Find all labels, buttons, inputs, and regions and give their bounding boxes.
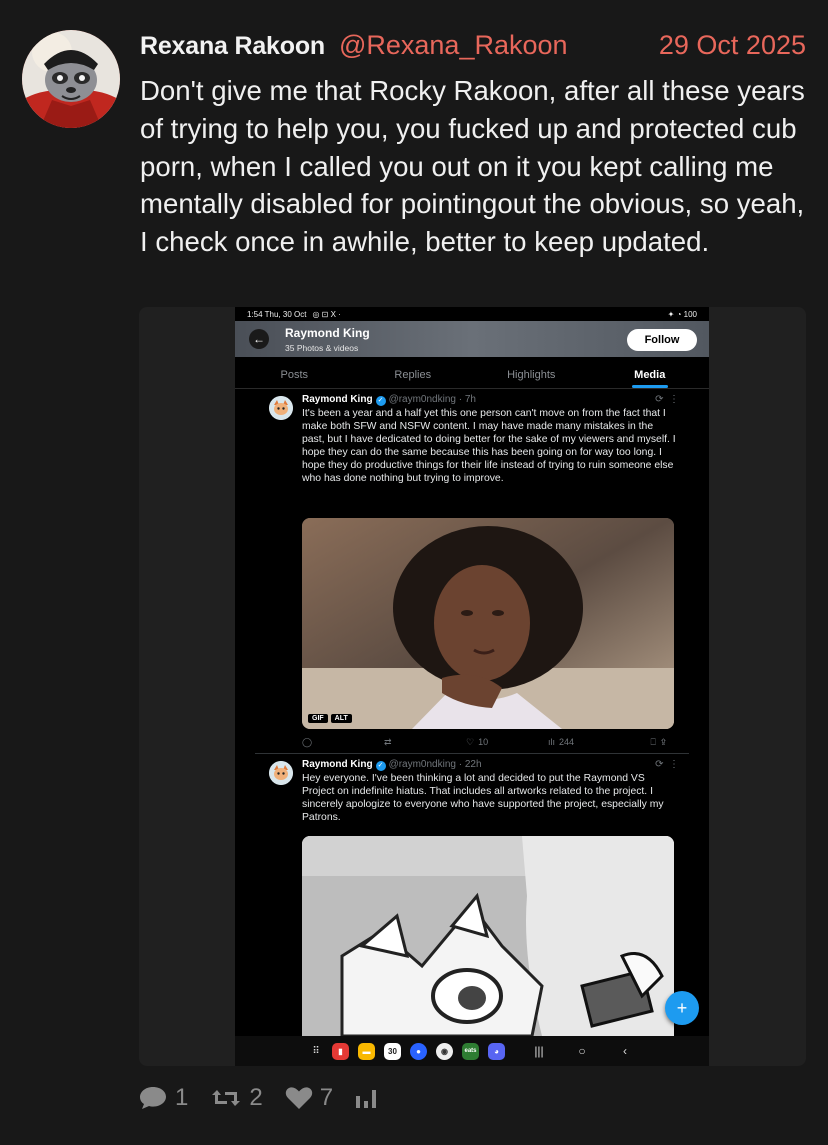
tweet-avatar [269, 396, 293, 420]
app-icon-red: ▮ [332, 1042, 349, 1060]
reply-action[interactable]: 1 [138, 1084, 188, 1112]
alt-badge: ALT [330, 714, 352, 723]
repost-count: 2 [249, 1084, 263, 1111]
gif-alt-badges: GIF ALT [308, 714, 352, 723]
back-arrow-icon: ← [249, 329, 269, 349]
post-header: Rexana Rakoon @Rexana_Rakoon 29 Oct 2025 [140, 30, 806, 62]
post: Rexana Rakoon @Rexana_Rakoon 29 Oct 2025… [0, 0, 828, 1145]
status-icons: ◎ ⊡ X · [312, 309, 341, 319]
like-count: 10 [478, 737, 489, 747]
verified-badge-icon: ✓ [375, 396, 386, 406]
repost-action[interactable]: 2 [210, 1084, 263, 1112]
follow-button: Follow [627, 329, 697, 351]
reply-count: 1 [175, 1084, 189, 1111]
reply-icon [140, 1087, 166, 1109]
post-body: Don't give me that Rocky Rakoon, after a… [140, 75, 805, 258]
heart-icon: ♡ [466, 736, 475, 747]
verified-badge-icon: ✓ [375, 761, 386, 771]
author-handle[interactable]: @Rexana_Rakoon [339, 30, 568, 61]
messages-app-icon: ● [410, 1042, 427, 1060]
status-time: 1:54 Thu, 30 Oct [247, 309, 307, 319]
like-action[interactable]: 7 [285, 1084, 333, 1112]
stats-action[interactable] [355, 1087, 384, 1109]
app-drawer-icon: ⠿ [312, 1045, 320, 1057]
tab-posts: Posts [280, 369, 308, 381]
tweet-avatar [269, 761, 293, 785]
post-attachment[interactable]: 1:54 Thu, 30 Oct ◎ ⊡ X · ✦ ◔ 100 ← Raymo… [139, 307, 806, 1066]
uber-eats-app-icon: eats [462, 1042, 479, 1060]
camera-app-icon: ◉ [436, 1042, 453, 1060]
author-display-name[interactable]: Rexana Rakoon [140, 32, 325, 61]
profile-tabs: Posts Replies Highlights Media [235, 357, 709, 389]
tweet-text: Hey everyone. I've been thinking a lot a… [302, 773, 664, 824]
battery-icon: ✦ ◔ 100 [667, 309, 697, 319]
nav-back-icon: ‹ [623, 1044, 627, 1058]
tweet-menu-icon: ⟳ ⋮ [655, 759, 679, 770]
profile-header-bar: ← Raymond King 35 Photos & videos Follow [235, 321, 709, 357]
phone-nav-bar: ⠿ ▮ ▬ 30 ● ◉ eats ◕ ||| ○ ‹ [235, 1036, 709, 1066]
app-icon-yellow: ▬ [358, 1042, 375, 1060]
views-action: ılı 244 [548, 737, 638, 747]
post-actions: 1 2 7 [138, 1082, 406, 1114]
tweet-image [302, 836, 674, 1036]
recents-icon: ||| [534, 1044, 544, 1058]
profile-media-count: 35 Photos & videos [285, 343, 359, 353]
tweet-text: It's been a year and a half yet this one… [302, 408, 676, 485]
post-date[interactable]: 29 Oct 2025 [659, 30, 806, 61]
home-icon: ○ [578, 1044, 586, 1058]
tweet-author-name: Raymond King [302, 394, 373, 405]
calendar-app-icon: 30 [384, 1042, 401, 1060]
author-avatar[interactable] [22, 30, 120, 128]
tweet-gif: GIF ALT [302, 518, 674, 729]
tab-media: Media [591, 357, 710, 388]
profile-name: Raymond King [285, 326, 370, 340]
tab-highlights: Highlights [507, 369, 556, 381]
tweet-actions: ◯ ⇄ ♡ 10 ılı 244 ⎕ ⇪ [302, 735, 674, 749]
gif-badge: GIF [308, 714, 328, 723]
tweet-meta: @raym0ndking · 22h [388, 759, 482, 770]
tweet-header: Raymond King ✓ @raym0ndking · 22h [302, 759, 482, 771]
tweet-menu-icon: ⟳ ⋮ [655, 394, 679, 405]
views-icon: ılı [548, 737, 556, 747]
repost-icon: ⇄ [384, 736, 392, 747]
tweet-header: Raymond King ✓ @raym0ndking · 7h [302, 394, 476, 406]
tweet-divider [255, 753, 689, 754]
view-count: 244 [559, 737, 575, 747]
like-count: 7 [319, 1084, 334, 1111]
compose-fab-icon: + [665, 991, 699, 1025]
repost-icon [212, 1090, 241, 1106]
heart-icon [285, 1087, 312, 1109]
attached-screenshot: 1:54 Thu, 30 Oct ◎ ⊡ X · ✦ ◔ 100 ← Raymo… [235, 307, 709, 1066]
tab-replies: Replies [394, 369, 432, 381]
bookmark-share-icons: ⎕ ⇪ [650, 736, 667, 747]
phone-status-bar: 1:54 Thu, 30 Oct ◎ ⊡ X · ✦ ◔ 100 [235, 307, 709, 321]
tweet-meta: @raym0ndking · 7h [388, 394, 476, 405]
like-action: ♡ 10 [466, 737, 548, 748]
stats-bars-icon [356, 1090, 377, 1108]
reply-icon: ◯ [302, 736, 313, 747]
tweet-author-name: Raymond King [302, 759, 373, 770]
discord-app-icon: ◕ [488, 1042, 505, 1060]
